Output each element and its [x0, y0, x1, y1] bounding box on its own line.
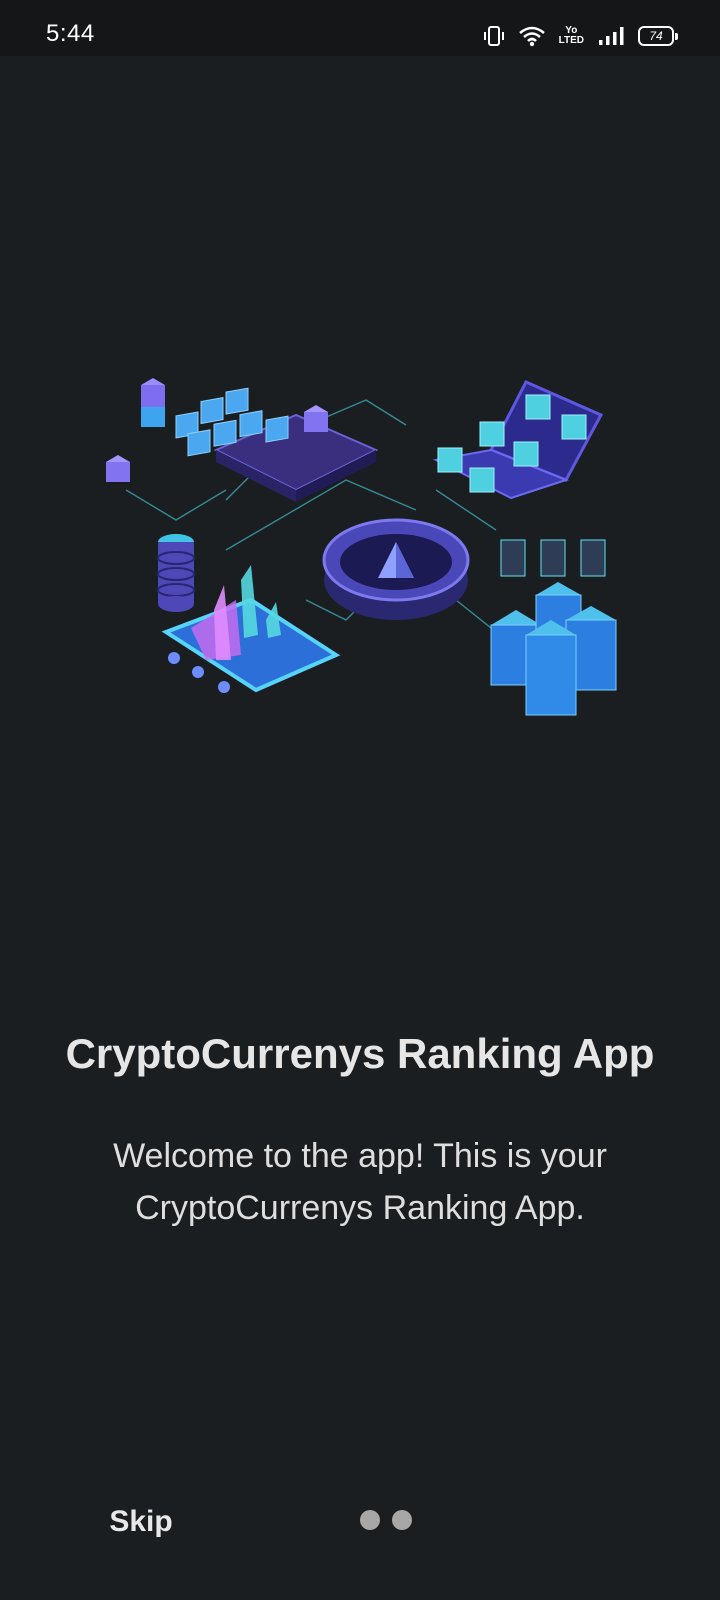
page-indicator [360, 1510, 412, 1530]
chip-cubes-graphic [106, 378, 379, 502]
database-stack-graphic [157, 534, 195, 612]
vibrate-icon [483, 25, 505, 47]
status-icons: Yo LTED 74 [483, 22, 678, 50]
laptop-cubes-graphic [432, 380, 604, 500]
wifi-icon [518, 25, 545, 47]
coin-graphic [322, 518, 470, 620]
volte-bottom-label: LTED [558, 35, 584, 46]
signal-icon [598, 26, 624, 46]
battery-level: 74 [649, 29, 663, 43]
status-bar: 5:44 Yo LTED 74 [0, 0, 720, 56]
onboarding-description: Welcome to the app! This is your CryptoC… [113, 1137, 607, 1227]
onboarding-screen: 5:44 Yo LTED 74 CryptoCurrenys Ranking A… [0, 0, 720, 1600]
battery-icon: 74 [638, 26, 678, 46]
page-dot-2[interactable] [392, 1510, 412, 1530]
crypto-illustration [96, 370, 636, 730]
page-dot-1[interactable] [360, 1510, 380, 1530]
status-time: 5:44 [46, 20, 95, 47]
skip-button[interactable]: Skip [100, 1500, 182, 1544]
onboarding-title: CryptoCurrenys Ranking App [65, 1030, 655, 1077]
server-graphic [490, 539, 617, 716]
volte-icon: Yo LTED [559, 26, 584, 46]
